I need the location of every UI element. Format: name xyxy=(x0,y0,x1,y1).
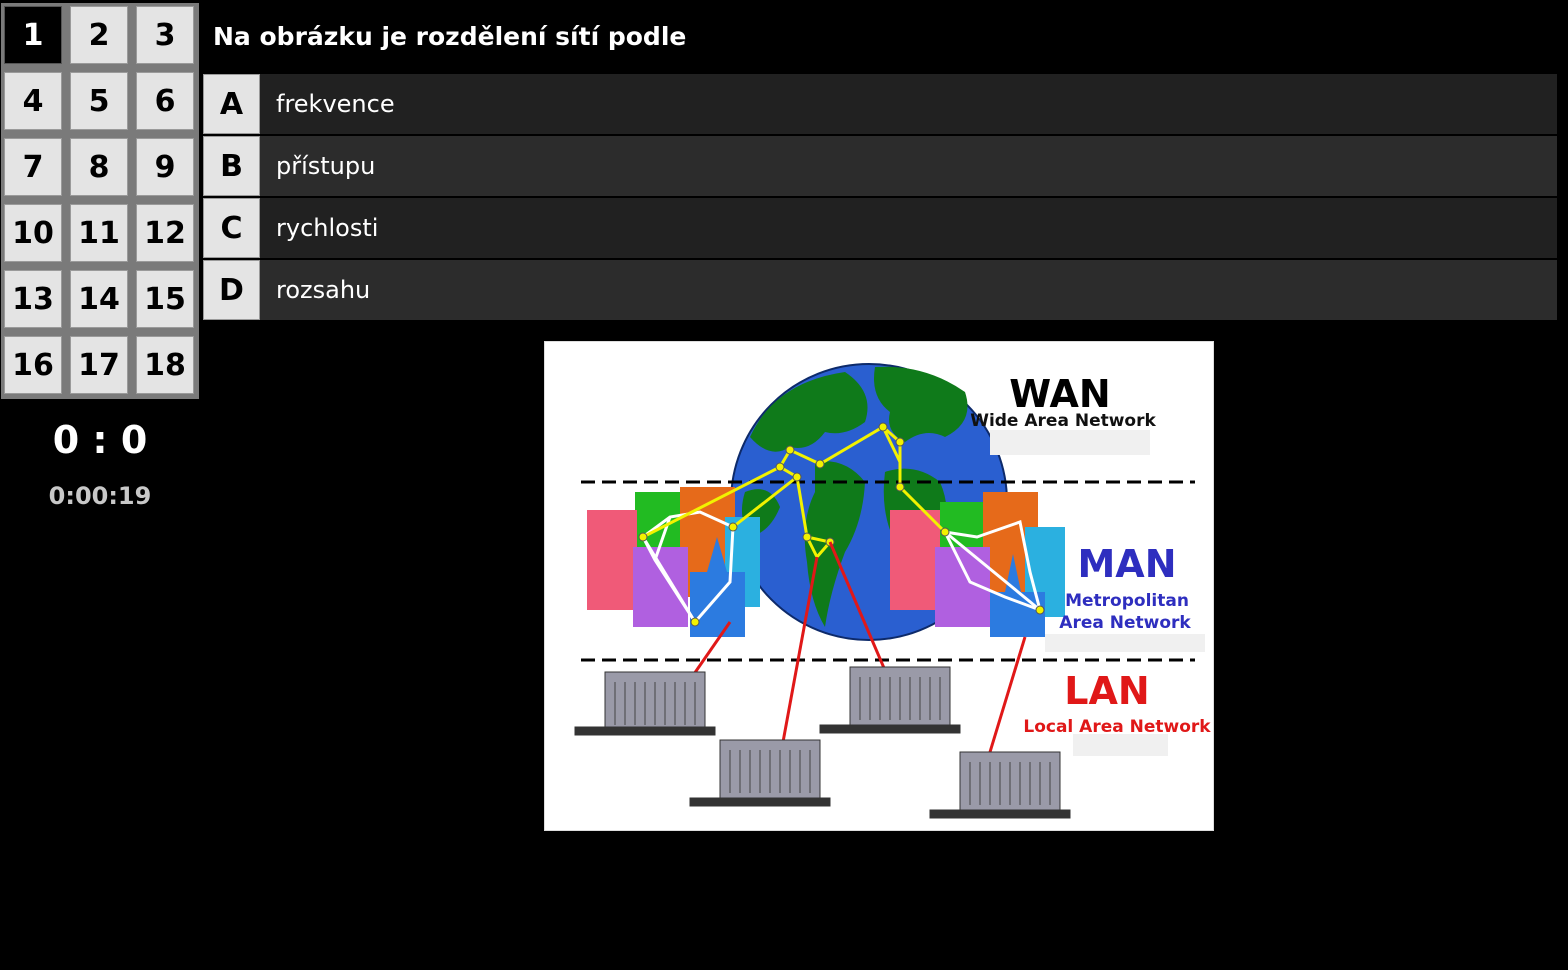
wan-subtitle: Wide Area Network xyxy=(970,411,1156,431)
answer-option-b[interactable]: B přístupu xyxy=(203,136,1557,196)
score-display: 0 : 0 xyxy=(52,418,148,462)
answer-option-c[interactable]: C rychlosti xyxy=(203,198,1557,258)
question-number-1[interactable]: 1 xyxy=(4,6,62,64)
question-number-9[interactable]: 9 xyxy=(136,138,194,196)
network-types-figure: WAN Wide Area Network MAN Metropolitan A… xyxy=(544,341,1214,831)
question-number-11[interactable]: 11 xyxy=(70,204,128,262)
question-number-3[interactable]: 3 xyxy=(136,6,194,64)
question-number-2[interactable]: 2 xyxy=(70,6,128,64)
lan-office-building-icon xyxy=(574,666,1071,819)
network-diagram: WAN Wide Area Network MAN Metropolitan A… xyxy=(574,363,1211,819)
question-number-10[interactable]: 10 xyxy=(4,204,62,262)
question-number-4[interactable]: 4 xyxy=(4,72,62,130)
answer-letter: D xyxy=(203,260,260,320)
question-number-6[interactable]: 6 xyxy=(136,72,194,130)
man-title: MAN xyxy=(1077,542,1176,586)
man-subtitle-2: Area Network xyxy=(1059,613,1191,633)
answer-letter: B xyxy=(203,136,260,196)
answer-text: rozsahu xyxy=(260,260,1557,320)
timer-display: 0:00:19 xyxy=(48,482,152,510)
question-number-15[interactable]: 15 xyxy=(136,270,194,328)
answer-text: rychlosti xyxy=(260,198,1557,258)
answer-option-d[interactable]: D rozsahu xyxy=(203,260,1557,320)
question-number-16[interactable]: 16 xyxy=(4,336,62,394)
question-number-5[interactable]: 5 xyxy=(70,72,128,130)
question-number-8[interactable]: 8 xyxy=(70,138,128,196)
answer-text: frekvence xyxy=(260,74,1557,134)
answer-option-a[interactable]: A frekvence xyxy=(203,74,1557,134)
question-number-grid: 1 2 3 4 5 6 7 8 9 10 11 12 13 14 15 16 17 18 xyxy=(1,3,199,399)
question-number-12[interactable]: 12 xyxy=(136,204,194,262)
question-number-13[interactable]: 13 xyxy=(4,270,62,328)
question-number-18[interactable]: 18 xyxy=(136,336,194,394)
question-number-14[interactable]: 14 xyxy=(70,270,128,328)
question-number-17[interactable]: 17 xyxy=(70,336,128,394)
answer-text: přístupu xyxy=(260,136,1557,196)
man-subtitle-1: Metropolitan xyxy=(1065,591,1189,611)
left-city-buildings-icon xyxy=(587,487,760,637)
answer-letter: A xyxy=(203,74,260,134)
answer-letter: C xyxy=(203,198,260,258)
lan-subtitle: Local Area Network xyxy=(1023,717,1211,737)
question-number-7[interactable]: 7 xyxy=(4,138,62,196)
wan-title: WAN xyxy=(1009,372,1110,416)
question-text: Na obrázku je rozdělení sítí podle xyxy=(213,22,687,51)
lan-title: LAN xyxy=(1064,669,1149,713)
